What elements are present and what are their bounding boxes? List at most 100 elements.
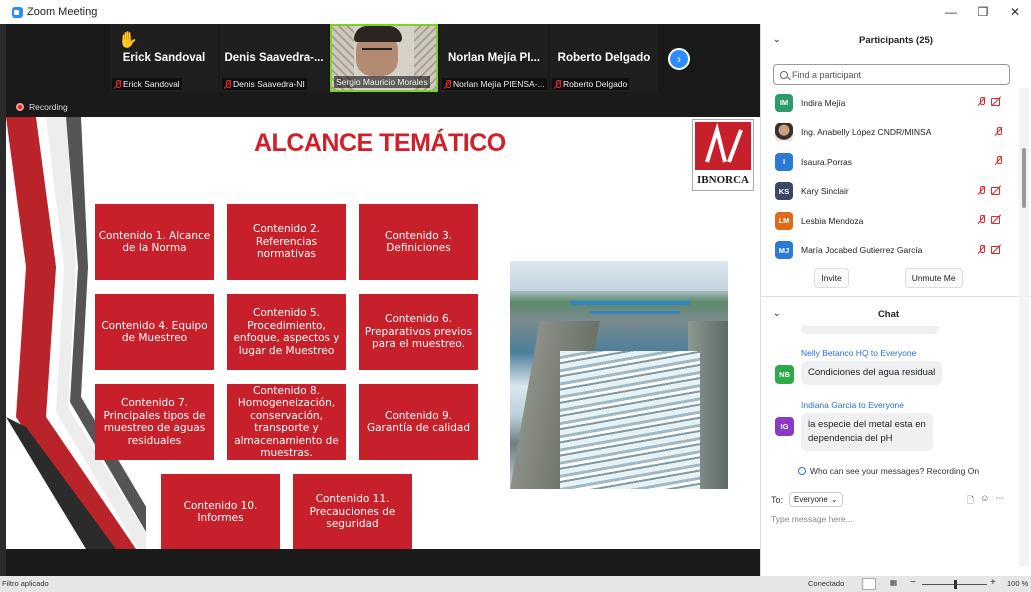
content-box: Contenido 8. Homogeneización, conservaci… <box>227 384 346 460</box>
participant-row[interactable]: IM Indira Mejía <box>761 88 1016 118</box>
participant-name: Ing. Anabelly López CNDR/MINSA <box>801 127 932 138</box>
mic-muted-icon <box>444 79 451 89</box>
avatar: MJ <box>775 241 793 260</box>
visibility-text: Who can see your messages? Recording On <box>809 466 980 476</box>
close-button[interactable]: ✕ <box>999 0 1031 24</box>
participant-name: Kary Sinclair <box>801 186 849 197</box>
tile-name-label: Denis Saavedra-NI <box>222 78 307 90</box>
participant-actions: Invite Unmute Me <box>761 268 1016 288</box>
tile-name-text: Roberto Delgado <box>563 79 628 89</box>
avatar: LM <box>775 211 793 230</box>
zoom-in-button[interactable]: + <box>990 577 996 588</box>
zoom-logo-icon <box>12 6 23 18</box>
chevron-down-icon[interactable]: ⌄ <box>773 34 781 45</box>
avatar: NB <box>775 365 794 384</box>
participants-header: ⌄ Participants (25) <box>761 24 1031 56</box>
message-line: dependencia del pH <box>808 433 893 444</box>
mic-muted-icon <box>995 156 1002 165</box>
tile-display-name: Erick Sandoval <box>122 52 206 64</box>
mic-muted-icon <box>554 79 561 89</box>
avatar: IM <box>775 93 793 112</box>
chevron-down-icon: ⌄ <box>830 495 838 504</box>
chat-title: Chat <box>877 308 900 320</box>
message-bubble: Condiciones del agua residual <box>801 361 943 385</box>
participant-name: Lesbia Mendoza <box>801 215 864 226</box>
recording-indicator[interactable]: Recording <box>16 102 68 112</box>
mic-muted-icon <box>978 244 985 254</box>
title-bar: Zoom Meeting — ❐ ✕ <box>0 0 1031 24</box>
recipient-select[interactable]: Everyone ⌄ <box>789 492 843 507</box>
invite-button[interactable]: Invite <box>814 268 849 288</box>
people-icon <box>797 467 806 475</box>
reading-view-icon[interactable]: ▦ <box>890 578 902 590</box>
content-box: Contenido 7. Principales tipos de muestr… <box>95 384 214 460</box>
emoji-icon[interactable]: ☺ <box>980 493 989 509</box>
participant-tile[interactable]: ✋ Erick Sandoval Erick Sandoval <box>110 24 218 92</box>
content-box: Contenido 9. Garantía de calidad <box>359 384 478 460</box>
participant-tile[interactable]: Norlan Mejía PI... Norlan Mejía PIENSA-.… <box>440 24 548 92</box>
participant-name: Isaura.Porras <box>801 156 853 167</box>
normal-view-icon[interactable] <box>862 578 876 590</box>
video-off-icon <box>991 97 1002 106</box>
participants-title: Participants (25) <box>859 34 933 46</box>
chat-visibility-note[interactable]: Who can see your messages? Recording On <box>761 466 1016 476</box>
participant-video-tile[interactable]: Sergio Mauricio Morales <box>330 24 438 92</box>
participant-row[interactable]: MJ María Jocabed Gutierrez García <box>761 236 1016 266</box>
participant-search-input[interactable]: Find a participant <box>773 64 1010 85</box>
zoom-level: 100 % <box>1007 579 1029 588</box>
more-icon[interactable]: ⋯ <box>995 493 1004 509</box>
video-off-icon <box>991 245 1002 254</box>
slide-title: ALCANCE TEMÁTICO <box>254 129 506 157</box>
raised-hand-icon: ✋ <box>118 32 138 49</box>
window-controls: — ❐ ✕ <box>935 0 1031 24</box>
avatar <box>775 123 793 142</box>
tile-display-name: Denis Saavedra-... <box>224 52 324 64</box>
wastewater-treatment-photo <box>510 261 728 489</box>
content-box: Contenido 4. Equipo de Muestreo <box>95 294 214 370</box>
scrollbar-thumb[interactable] <box>1022 148 1026 208</box>
filter-status: Filtro aplicado <box>2 579 49 588</box>
zoom-out-button[interactable]: − <box>910 577 916 588</box>
participant-row[interactable]: I Isaura.Porras <box>761 147 1016 177</box>
chat-message-input[interactable]: Type message here... <box>771 514 853 524</box>
search-placeholder: Find a participant <box>792 69 862 80</box>
participant-row[interactable]: Ing. Anabelly López CNDR/MINSA <box>761 118 1016 148</box>
participant-tile[interactable]: Roberto Delgado Roberto Delgado <box>550 24 658 92</box>
tile-name-text: Norlan Mejía PIENSA-... <box>453 79 545 89</box>
panel-divider <box>761 296 1031 297</box>
logo-text: IBNORCA <box>697 174 749 186</box>
unmute-me-button[interactable]: Unmute Me <box>904 268 963 288</box>
chevron-down-icon[interactable]: ⌄ <box>773 308 781 319</box>
zoom-slider-thumb[interactable] <box>954 580 957 589</box>
maximize-button[interactable]: ❐ <box>967 0 999 24</box>
content-box: Contenido 1. Alcance de la Norma <box>95 204 214 280</box>
message-sender: Nelly Betanco HQ to Everyone <box>801 348 917 358</box>
content-box: Contenido 3. Definiciones <box>359 204 478 280</box>
chevron-right-icon[interactable]: › <box>668 48 690 70</box>
panel-scrollbar[interactable] <box>1019 88 1029 566</box>
participant-row[interactable]: LM Lesbia Mendoza <box>761 206 1016 236</box>
file-icon[interactable]: 🗋 <box>967 493 974 509</box>
tile-name-label: Sergio Mauricio Morales <box>334 76 430 88</box>
recording-label: Recording <box>29 102 68 112</box>
chat-header: ⌄ Chat <box>761 304 1016 324</box>
mic-muted-icon <box>978 185 985 195</box>
minimize-button[interactable]: — <box>935 0 967 24</box>
window-title: Zoom Meeting <box>27 6 98 18</box>
participant-name: María Jocabed Gutierrez García <box>801 245 923 256</box>
participant-name: Indira Mejía <box>801 97 846 108</box>
tile-name-label: Roberto Delgado <box>552 78 630 90</box>
video-off-icon <box>991 215 1002 224</box>
mic-muted-icon <box>978 215 985 224</box>
mic-muted-icon <box>995 126 1002 136</box>
logo-mark <box>695 122 751 170</box>
participant-tile[interactable]: Denis Saavedra-... Denis Saavedra-NI <box>220 24 328 92</box>
tile-display-name: Norlan Mejía PI... <box>447 52 541 64</box>
chat-recipient-row: To: Everyone ⌄ <box>771 492 843 507</box>
participant-row[interactable]: KS Kary Sinclair <box>761 177 1016 207</box>
mic-muted-icon <box>114 79 121 89</box>
previous-message-stub <box>801 326 939 334</box>
participant-status-icons <box>978 185 1002 195</box>
avatar: KS <box>775 182 793 201</box>
tile-name-text: Sergio Mauricio Morales <box>336 77 428 87</box>
